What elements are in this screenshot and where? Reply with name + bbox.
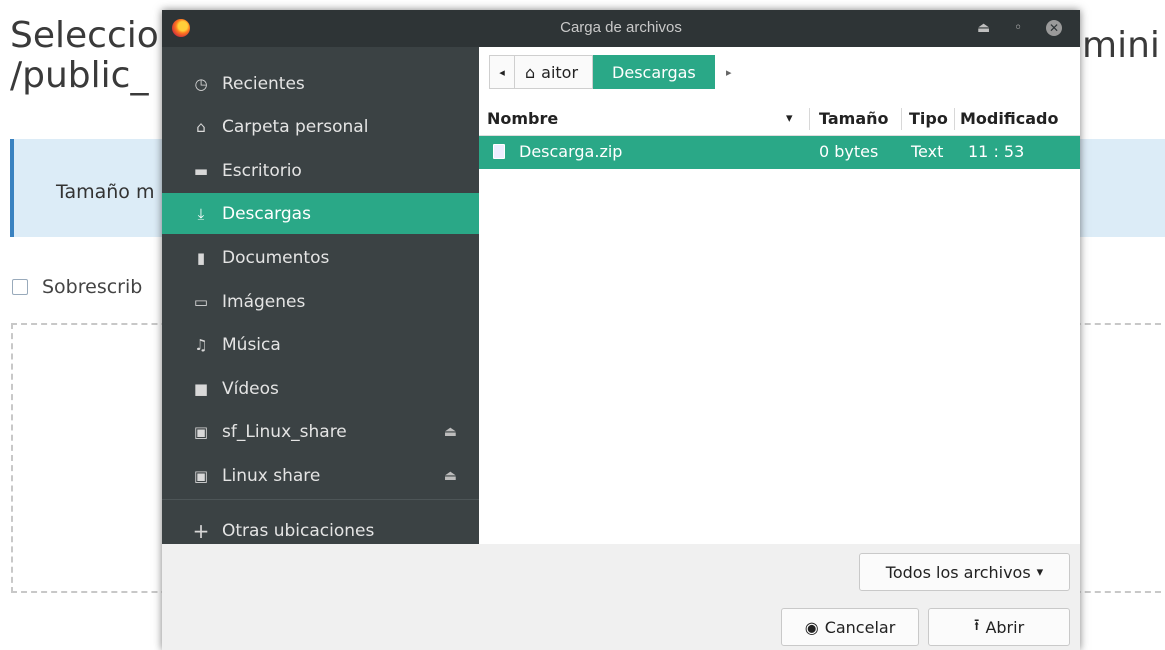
sidebar-item-imagenes[interactable]: ▭ Imágenes [162, 281, 479, 322]
eject-window-icon[interactable]: ⏏ [977, 17, 990, 39]
chevron-right-icon: ▸ [725, 65, 732, 79]
overwrite-checkbox[interactable] [12, 279, 28, 295]
open-button[interactable]: ⭱ Abrir [928, 608, 1070, 646]
dialog-title: Carga de archivos [560, 19, 682, 36]
document-icon: ▮ [196, 248, 206, 267]
cancel-button[interactable]: ◉ Cancelar [781, 608, 919, 646]
places-sidebar: ◷ Recientes ⌂ Carpeta personal ▬ Escrito… [162, 47, 479, 544]
page-title-fragment: mini [1082, 25, 1160, 66]
clock-icon: ◷ [194, 74, 208, 93]
file-name: Descarga.zip [519, 142, 623, 161]
home-icon: ⌂ [196, 117, 206, 136]
sidebar-item-otras-ubicaciones[interactable]: + Otras ubicaciones [162, 510, 479, 551]
sidebar-item-videos[interactable]: ■ Vídeos [162, 368, 479, 409]
file-type: Text [911, 142, 944, 161]
desktop-icon: ▬ [193, 161, 209, 180]
titlebar[interactable]: Carga de archivos ⏏ ◦ ✕ [162, 10, 1080, 47]
path-bar: ◂ ⌂ aitor Descargas ▸ [489, 55, 743, 89]
sidebar-item-descargas[interactable]: ⤓ Descargas [162, 193, 479, 234]
chevron-left-icon: ◂ [499, 65, 505, 79]
column-size[interactable]: Tamaño [819, 109, 889, 128]
file-size: 0 bytes [819, 142, 879, 161]
drive-icon: ▣ [193, 422, 209, 441]
overwrite-label: Sobrescrib [42, 276, 143, 298]
column-name[interactable]: Nombre [487, 109, 558, 128]
page-title: Seleccio /public_ [10, 15, 159, 96]
sidebar-item-sf-linux-share[interactable]: ▣ sf_Linux_share ⏏ [162, 411, 479, 452]
sidebar-item-recientes[interactable]: ◷ Recientes [162, 63, 479, 104]
path-forward-button[interactable]: ▸ [715, 55, 743, 89]
sidebar-item-escritorio[interactable]: ▬ Escritorio [162, 150, 479, 191]
sidebar-item-linux-share[interactable]: ▣ Linux share ⏏ [162, 455, 479, 496]
eject-icon[interactable]: ⏏ [444, 468, 457, 484]
restore-window-icon[interactable]: ◦ [1014, 17, 1022, 39]
close-window-icon[interactable]: ✕ [1046, 20, 1062, 36]
path-current-button[interactable]: Descargas [593, 55, 715, 89]
file-icon [493, 144, 505, 159]
path-back-button[interactable]: ◂ [489, 55, 515, 89]
file-filter-dropdown[interactable]: Todos los archivos ▾ [859, 553, 1070, 591]
file-chooser-dialog: Carga de archivos ⏏ ◦ ✕ ◷ Recientes ⌂ Ca… [162, 10, 1080, 650]
file-modified: 11 : 53 [968, 142, 1025, 161]
cancel-icon: ◉ [804, 617, 819, 637]
column-modified[interactable]: Modificado [960, 109, 1058, 128]
sidebar-divider [162, 499, 479, 500]
table-row[interactable]: Descarga.zip 0 bytes Text 11 : 53 [479, 136, 1080, 169]
sidebar-item-documentos[interactable]: ▮ Documentos [162, 237, 479, 278]
file-list-pane: ◂ ⌂ aitor Descargas ▸ Nombre ▾ Tamaño Ti… [479, 47, 1080, 544]
drive-icon: ▣ [193, 466, 209, 485]
upload-icon: ⭱ [973, 614, 980, 634]
overwrite-option[interactable]: Sobrescrib [12, 276, 142, 298]
sidebar-item-carpeta-personal[interactable]: ⌂ Carpeta personal [162, 106, 479, 147]
column-header: Nombre ▾ Tamaño Tipo Modificado [479, 102, 1080, 136]
chevron-down-icon: ▾ [1036, 564, 1044, 580]
sort-down-icon[interactable]: ▾ [786, 111, 793, 126]
column-type[interactable]: Tipo [909, 109, 948, 128]
video-icon: ■ [193, 379, 209, 398]
path-home-button[interactable]: ⌂ aitor [515, 55, 594, 89]
image-icon: ▭ [193, 292, 209, 311]
eject-icon[interactable]: ⏏ [444, 424, 457, 440]
sidebar-item-musica[interactable]: ♫ Música [162, 324, 479, 365]
info-text: Tamaño m [56, 181, 155, 203]
home-icon: ⌂ [525, 62, 536, 82]
download-icon: ⤓ [197, 204, 205, 223]
music-icon: ♫ [194, 335, 208, 354]
plus-icon: + [192, 518, 210, 543]
